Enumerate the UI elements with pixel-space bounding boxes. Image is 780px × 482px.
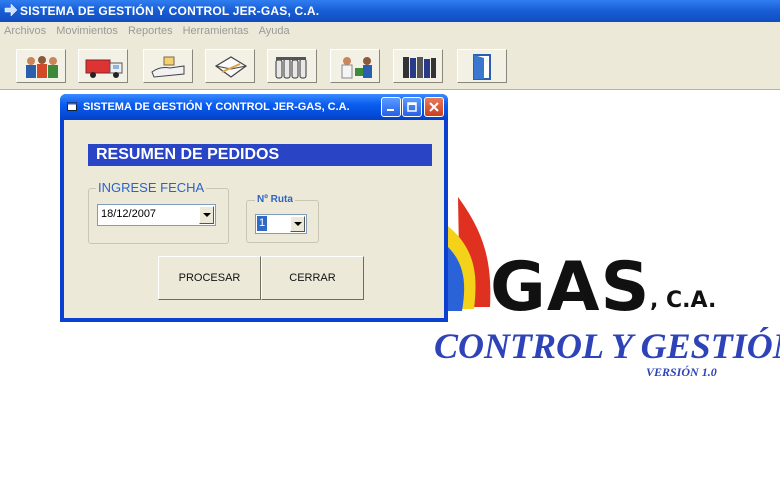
minimize-button[interactable] (381, 97, 401, 117)
procesar-button[interactable]: PROCESAR (158, 256, 261, 300)
books-icon (403, 57, 436, 78)
cerrar-button[interactable]: CERRAR (261, 256, 364, 300)
menu-bar: Archivos Movimientos Reportes Herramient… (0, 22, 780, 40)
chevron-down-icon (203, 213, 211, 217)
report-heading: RESUMEN DE PEDIDOS (88, 144, 432, 166)
date-dropdown-arrow[interactable] (199, 206, 214, 224)
date-group-label: INGRESE FECHA (96, 180, 207, 195)
delivery-button[interactable] (143, 49, 193, 83)
truck-icon (85, 59, 123, 78)
exit-button[interactable] (457, 49, 507, 83)
doctor-icon (341, 57, 372, 79)
route-dropdown-arrow[interactable] (290, 216, 305, 232)
exit-door-icon (473, 54, 491, 80)
close-button[interactable] (424, 97, 444, 117)
date-value: 18/12/2007 (101, 208, 157, 220)
window-icon (67, 102, 77, 111)
route-group: Nº Ruta 1 (246, 194, 319, 243)
maximize-button[interactable] (402, 97, 422, 117)
customers-button[interactable] (16, 49, 66, 83)
menu-movimientos[interactable]: Movimientos (51, 22, 123, 37)
date-picker[interactable]: 18/12/2007 (97, 204, 216, 226)
vehicles-button[interactable] (78, 49, 128, 83)
menu-archivos[interactable]: Archivos (0, 22, 51, 37)
logo-tagline: CONTROL Y GESTIÓN (434, 326, 780, 366)
chevron-down-icon (294, 222, 302, 226)
minimize-icon (387, 109, 394, 111)
logo-version: VERSIÓN 1.0 (646, 365, 717, 379)
route-value: 1 (257, 216, 267, 231)
app-title: SISTEMA DE GESTIÓN Y CONTROL JER-GAS, C.… (20, 4, 320, 18)
dialog-body: RESUMEN DE PEDIDOS INGRESE FECHA 18/12/2… (64, 120, 444, 318)
records-button[interactable] (393, 49, 443, 83)
mail-button[interactable] (205, 49, 255, 83)
main-title-bar: SISTEMA DE GESTIÓN Y CONTROL JER-GAS, C.… (0, 0, 780, 22)
delivery-hand-icon (151, 56, 185, 78)
route-select[interactable]: 1 (255, 214, 307, 234)
menu-ayuda[interactable]: Ayuda (254, 22, 295, 37)
logo-suffix-text: , C.A. (650, 288, 717, 313)
customers-icon (26, 56, 58, 78)
gas-cylinders-icon (275, 57, 307, 79)
route-group-label: Nº Ruta (255, 194, 295, 205)
app-icon (4, 3, 18, 17)
close-icon (429, 102, 439, 112)
menu-herramientas[interactable]: Herramientas (178, 22, 254, 37)
maximize-icon (407, 102, 417, 112)
cylinders-button[interactable] (267, 49, 317, 83)
dialog-title: SISTEMA DE GESTIÓN Y CONTROL JER-GAS, C.… (83, 101, 350, 113)
menu-reportes[interactable]: Reportes (123, 22, 178, 37)
envelope-icon (214, 56, 248, 78)
resumen-pedidos-dialog: SISTEMA DE GESTIÓN Y CONTROL JER-GAS, C.… (60, 94, 448, 322)
logo-brand-text: GAS (490, 248, 651, 327)
date-group: INGRESE FECHA 18/12/2007 (88, 180, 229, 244)
toolbar (0, 40, 780, 90)
staff-button[interactable] (330, 49, 380, 83)
dialog-title-bar[interactable]: SISTEMA DE GESTIÓN Y CONTROL JER-GAS, C.… (60, 94, 448, 120)
